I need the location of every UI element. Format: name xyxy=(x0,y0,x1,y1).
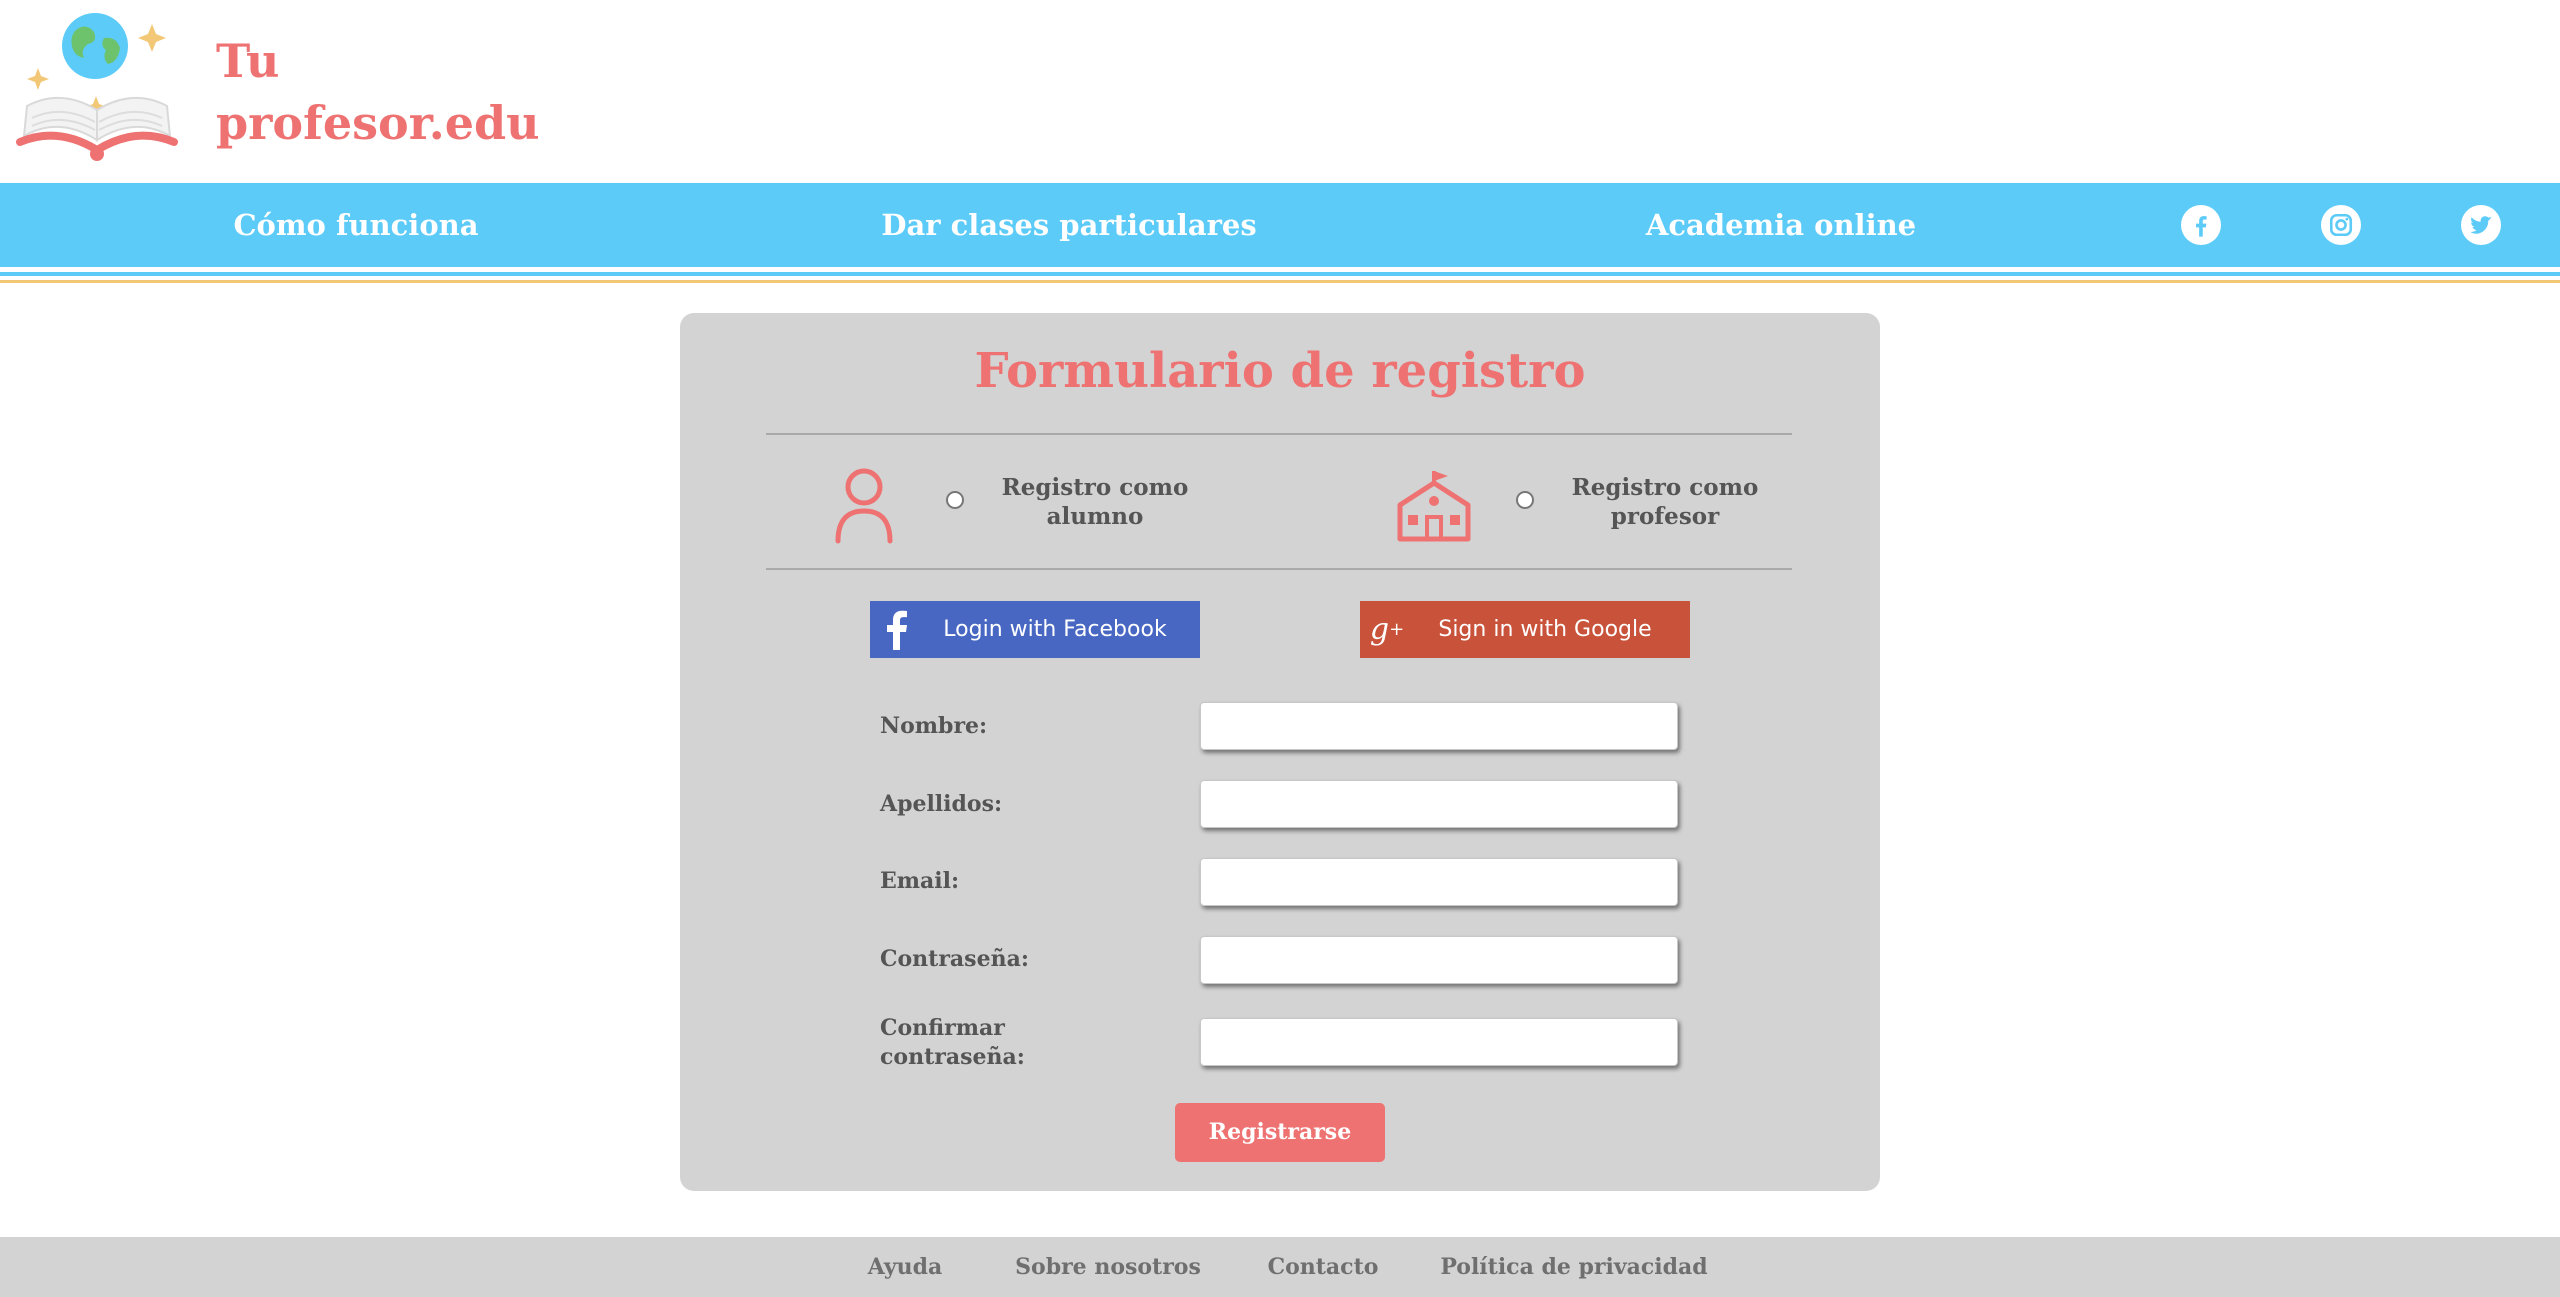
google-plus-icon: g + xyxy=(1369,612,1405,647)
confirm-password-field[interactable] xyxy=(1200,1018,1678,1066)
nav-item-dar-clases[interactable]: Dar clases particulares xyxy=(881,183,1256,267)
divider xyxy=(766,568,1792,570)
site-header: Tu profesor.edu xyxy=(0,0,2560,183)
password-field[interactable] xyxy=(1200,936,1678,984)
facebook-login-button[interactable]: Login with Facebook xyxy=(870,601,1200,658)
facebook-icon xyxy=(870,601,924,658)
brand-name-line2: profesor.edu xyxy=(216,96,540,150)
main-navbar: Cómo funciona Dar clases particulares Ac… xyxy=(0,183,2560,267)
register-button[interactable]: Registrarse xyxy=(1175,1103,1385,1162)
email-field[interactable] xyxy=(1200,858,1678,906)
facebook-icon[interactable] xyxy=(2181,205,2221,245)
brand-name[interactable]: Tu profesor.edu xyxy=(216,30,540,154)
google-signin-label: Sign in with Google xyxy=(1438,617,1652,642)
brand-name-line1: Tu xyxy=(216,34,280,88)
nav-item-como-funciona[interactable]: Cómo funciona xyxy=(233,183,478,267)
book-globe-logo-icon[interactable] xyxy=(14,8,184,168)
nav-item-academia-online[interactable]: Academia online xyxy=(1646,183,1916,267)
footer-link-sobre-nosotros[interactable]: Sobre nosotros xyxy=(1015,1237,1201,1297)
twitter-icon[interactable] xyxy=(2461,205,2501,245)
site-footer: Ayuda Sobre nosotros Contacto Política d… xyxy=(0,1237,2560,1297)
field-label-nombre: Nombre: xyxy=(880,713,988,739)
role-label-alumno: Registro como alumno xyxy=(1001,474,1189,530)
divider xyxy=(766,433,1792,435)
nombre-field[interactable] xyxy=(1200,702,1678,750)
role-radio-profesor[interactable] xyxy=(1516,491,1534,509)
nav-stripe xyxy=(0,272,2560,276)
instagram-icon[interactable] xyxy=(2321,205,2361,245)
field-label-contrasena: Contraseña: xyxy=(880,946,1029,972)
footer-link-contacto[interactable]: Contacto xyxy=(1268,1237,1379,1297)
form-title: Formulario de registro xyxy=(974,343,1586,399)
nav-stripe xyxy=(0,280,2560,283)
google-signin-button[interactable]: g + Sign in with Google xyxy=(1360,601,1690,658)
role-label-profesor: Registro como profesor xyxy=(1571,474,1759,530)
field-label-confirmar: Confirmar contraseña: xyxy=(880,1015,1025,1070)
school-icon xyxy=(1397,471,1471,542)
student-icon xyxy=(835,468,893,544)
facebook-login-label: Login with Facebook xyxy=(943,617,1167,642)
field-label-apellidos: Apellidos: xyxy=(880,791,1003,817)
footer-link-ayuda[interactable]: Ayuda xyxy=(868,1237,943,1297)
registration-form: Formulario de registro Registro como alu… xyxy=(680,313,1880,1191)
apellidos-field[interactable] xyxy=(1200,780,1678,828)
field-label-email: Email: xyxy=(880,868,960,894)
footer-link-privacidad[interactable]: Política de privacidad xyxy=(1440,1237,1707,1297)
role-radio-alumno[interactable] xyxy=(946,491,964,509)
